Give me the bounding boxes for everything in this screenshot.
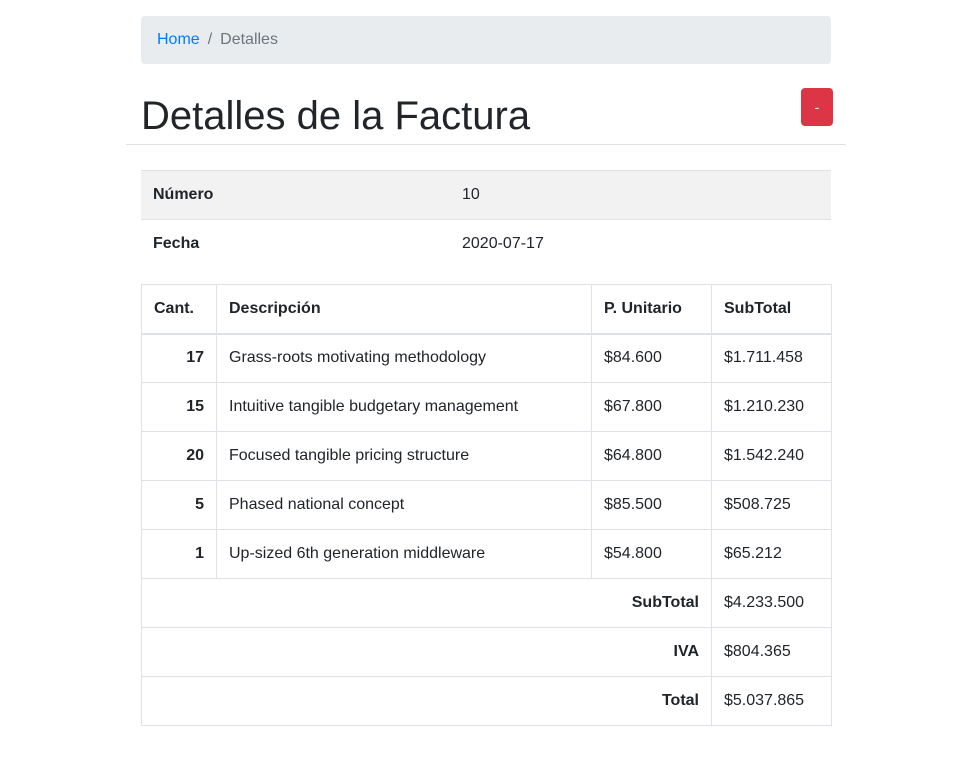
item-qty: 1 (141, 529, 217, 579)
summary-row-iva: IVA $804.365 (141, 627, 832, 677)
page-title: Detalles de la Factura (141, 94, 531, 138)
invoice-date-label: Fecha (141, 219, 450, 269)
table-row: 1 Up-sized 6th generation middleware $54… (141, 529, 832, 579)
table-row: 17 Grass-roots motivating methodology $8… (141, 333, 832, 383)
header-description: Descripción (216, 284, 592, 335)
title-divider (126, 144, 846, 145)
header-qty: Cant. (141, 284, 217, 335)
item-description: Grass-roots motivating methodology (216, 333, 592, 383)
header-subtotal: SubTotal (711, 284, 832, 335)
item-description: Phased national concept (216, 480, 592, 530)
item-subtotal: $1.711.458 (711, 333, 832, 383)
header-unit-price: P. Unitario (591, 284, 712, 335)
item-qty: 5 (141, 480, 217, 530)
invoice-date-value: 2020-07-17 (450, 219, 831, 269)
item-qty: 17 (141, 333, 217, 383)
item-unit-price: $84.600 (591, 333, 712, 383)
invoice-date-row: Fecha 2020-07-17 (141, 219, 831, 269)
breadcrumb: Home / Detalles (141, 16, 831, 64)
item-unit-price: $85.500 (591, 480, 712, 530)
table-row: 15 Intuitive tangible budgetary manageme… (141, 382, 832, 432)
item-subtotal: $508.725 (711, 480, 832, 530)
invoice-number-row: Número 10 (141, 170, 831, 220)
summary-subtotal-value: $4.233.500 (711, 578, 832, 628)
summary-total-label: Total (141, 676, 712, 726)
breadcrumb-home-link[interactable]: Home (157, 31, 200, 49)
item-qty: 20 (141, 431, 217, 481)
breadcrumb-separator: / (207, 31, 213, 48)
item-description: Intuitive tangible budgetary management (216, 382, 592, 432)
items-header-row: Cant. Descripción P. Unitario SubTotal (141, 284, 832, 335)
item-qty: 15 (141, 382, 217, 432)
summary-total-value: $5.037.865 (711, 676, 832, 726)
summary-iva-value: $804.365 (711, 627, 832, 677)
item-description: Focused tangible pricing structure (216, 431, 592, 481)
summary-subtotal-label: SubTotal (141, 578, 712, 628)
table-row: 5 Phased national concept $85.500 $508.7… (141, 480, 832, 530)
item-subtotal: $65.212 (711, 529, 832, 579)
item-unit-price: $54.800 (591, 529, 712, 579)
invoice-items-table: Cant. Descripción P. Unitario SubTotal 1… (141, 284, 832, 726)
delete-button[interactable]: - (801, 88, 833, 126)
item-subtotal: $1.210.230 (711, 382, 832, 432)
summary-iva-label: IVA (141, 627, 712, 677)
summary-row-subtotal: SubTotal $4.233.500 (141, 578, 832, 628)
invoice-number-label: Número (141, 170, 450, 220)
item-description: Up-sized 6th generation middleware (216, 529, 592, 579)
item-unit-price: $64.800 (591, 431, 712, 481)
table-row: 20 Focused tangible pricing structure $6… (141, 431, 832, 481)
item-subtotal: $1.542.240 (711, 431, 832, 481)
invoice-info-table: Número 10 Fecha 2020-07-17 (141, 170, 831, 269)
breadcrumb-current: Detalles (220, 31, 278, 48)
invoice-number-value: 10 (450, 170, 831, 220)
summary-row-total: Total $5.037.865 (141, 676, 832, 726)
item-unit-price: $67.800 (591, 382, 712, 432)
